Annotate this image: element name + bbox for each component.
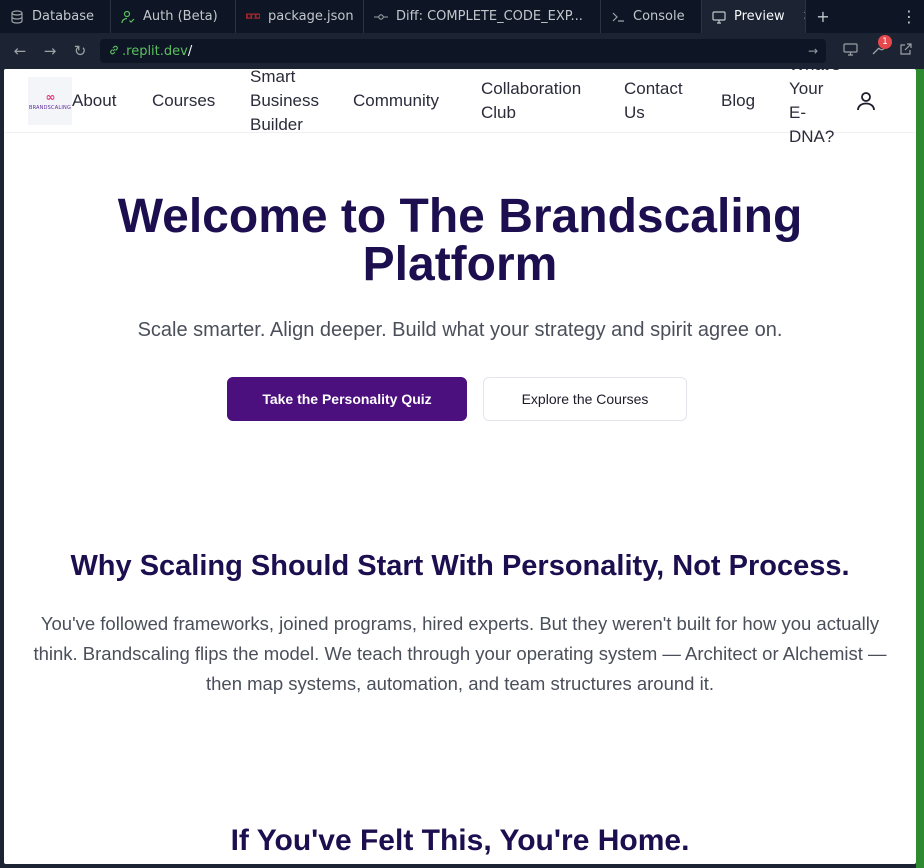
monitor-icon bbox=[842, 42, 858, 60]
logo-wordmark: BRANDSCALING bbox=[28, 105, 72, 111]
open-new-tab-button[interactable] bbox=[894, 37, 918, 65]
npm-icon bbox=[246, 10, 260, 24]
nav-collaboration-club[interactable]: Collaboration Club bbox=[481, 77, 601, 125]
arrow-left-icon: ← bbox=[13, 42, 27, 60]
user-check-icon bbox=[121, 10, 135, 24]
plus-icon: + bbox=[816, 7, 830, 26]
add-tab-button[interactable]: + bbox=[806, 0, 840, 33]
tab-label: package.json bbox=[268, 9, 354, 24]
go-arrow-icon[interactable]: → bbox=[808, 44, 818, 58]
tab-label: Diff: COMPLETE_CODE_EXP... bbox=[396, 9, 583, 24]
terminal-icon bbox=[611, 10, 625, 24]
tab-auth[interactable]: Auth (Beta) bbox=[111, 0, 236, 33]
brand-logo[interactable]: ∞ BRANDSCALING bbox=[28, 77, 72, 125]
url-input[interactable]: .replit.dev / → bbox=[100, 39, 826, 63]
arrow-right-icon: → bbox=[43, 42, 57, 60]
device-preview-button[interactable] bbox=[838, 37, 862, 65]
vertical-dots-icon: ⋮ bbox=[901, 7, 917, 26]
tab-package-json[interactable]: package.json bbox=[236, 0, 364, 33]
infinity-logo-icon: ∞ bbox=[45, 90, 56, 104]
tab-label: Console bbox=[633, 9, 685, 24]
why-section-title: Why Scaling Should Start With Personalit… bbox=[70, 550, 850, 582]
editor-tab-bar: Database Auth (Beta) package.json Diff: … bbox=[0, 0, 924, 33]
hero-title: Welcome to The Brandscaling Platform bbox=[117, 190, 803, 291]
forward-button[interactable]: → bbox=[36, 37, 64, 65]
reload-button[interactable]: ↻ bbox=[66, 37, 94, 65]
url-path: / bbox=[187, 43, 193, 59]
nav-whats-your-edna[interactable]: What's Your E-DNA? bbox=[789, 69, 845, 149]
link-icon bbox=[108, 44, 120, 59]
reload-icon: ↻ bbox=[73, 42, 87, 60]
preview-address-bar: ← → ↻ .replit.dev / → 1 bbox=[0, 33, 924, 69]
devtools-button[interactable]: 1 bbox=[866, 35, 892, 65]
site-header: ∞ BRANDSCALING About Courses Smart Busin… bbox=[4, 69, 916, 146]
window-edge bbox=[916, 69, 924, 868]
git-commit-icon bbox=[374, 10, 388, 24]
explore-courses-button[interactable]: Explore the Courses bbox=[483, 377, 687, 421]
back-button[interactable]: ← bbox=[6, 37, 34, 65]
tab-console[interactable]: Console bbox=[601, 0, 702, 33]
nav-contact-us[interactable]: Contact Us bbox=[624, 77, 696, 125]
nav-courses[interactable]: Courses bbox=[152, 89, 215, 113]
nav-about[interactable]: About bbox=[72, 89, 116, 113]
tab-label: Preview bbox=[734, 9, 785, 24]
user-account-icon[interactable] bbox=[854, 89, 878, 113]
personality-quiz-button[interactable]: Take the Personality Quiz bbox=[227, 377, 467, 421]
url-host: .replit.dev bbox=[122, 43, 188, 59]
why-section-body: You've followed frameworks, joined progr… bbox=[33, 613, 887, 694]
notification-badge: 1 bbox=[878, 35, 892, 49]
hero-subtitle: Scale smarter. Align deeper. Build what … bbox=[137, 319, 783, 341]
tab-label: Database bbox=[32, 9, 95, 24]
database-icon bbox=[10, 9, 24, 24]
tab-preview[interactable]: Preview ✕ bbox=[702, 0, 806, 33]
external-link-icon bbox=[899, 42, 913, 60]
more-options-button[interactable]: ⋮ bbox=[894, 0, 924, 33]
tab-label: Auth (Beta) bbox=[143, 9, 218, 24]
nav-smart-business-builder[interactable]: Smart Business Builder bbox=[250, 69, 330, 137]
nav-blog[interactable]: Blog bbox=[721, 89, 755, 113]
nav-community[interactable]: Community bbox=[353, 89, 439, 113]
tab-diff[interactable]: Diff: COMPLETE_CODE_EXP... bbox=[364, 0, 601, 33]
felt-section-title: If You've Felt This, You're Home. bbox=[230, 824, 690, 857]
preview-viewport: ∞ BRANDSCALING About Courses Smart Busin… bbox=[4, 69, 916, 864]
tab-database[interactable]: Database bbox=[0, 0, 111, 33]
monitor-icon bbox=[712, 10, 726, 24]
